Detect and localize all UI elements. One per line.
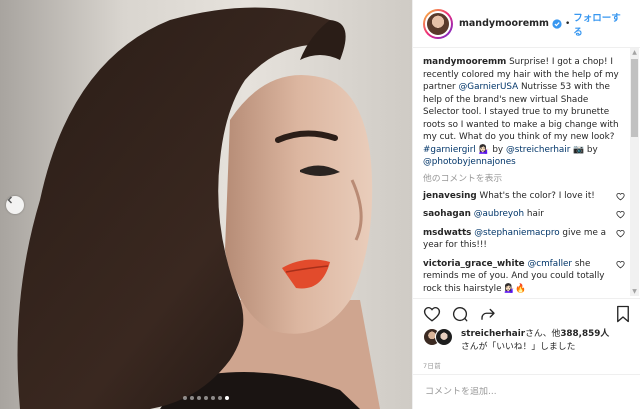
comment-text: What's the color? I love it! [479,190,595,201]
post-side-panel: mandymooremm • フォローする mandymooremm Surpr… [412,0,640,409]
share-icon [481,308,495,320]
instagram-post: mandymooremm • フォローする mandymooremm Surpr… [0,0,640,409]
portrait-photo [17,7,380,409]
comment-mention[interactable]: @stephaniemacpro [474,228,559,238]
bookmark-icon [617,305,629,322]
post-header: mandymooremm • フォローする [413,0,640,48]
comment-like-heart-icon[interactable] [616,260,625,269]
carousel-dot [190,396,194,400]
previous-photo-button[interactable] [6,196,24,214]
avatar [435,328,453,346]
scroll-up-arrow-icon[interactable]: ▲ [630,48,639,57]
verified-badge-icon [552,18,562,29]
caption-mention-streicherhair[interactable]: @streicherhair [506,145,570,155]
likes-username[interactable]: streicherhair [461,329,525,339]
caption-mention-photographer[interactable]: @photobyjennajones [423,157,516,167]
post-timestamp[interactable]: 7日前 [423,360,441,370]
caption-text-4: 📷 by [570,144,598,155]
caption-text-3: 💁🏻‍♀️ by [475,144,506,155]
carousel-dot [225,396,229,400]
carousel-dot [211,396,215,400]
scrollbar-thumb[interactable] [631,59,638,137]
comment-username[interactable]: msdwatts [423,228,471,238]
scroll-down-arrow-icon[interactable]: ▼ [630,287,639,296]
follow-button[interactable]: フォローする [573,10,630,38]
view-more-comments-link[interactable]: 他のコメントを表示 [423,171,631,184]
carousel-dot [197,396,201,400]
comment-username[interactable]: saohagan [423,209,471,219]
likes-count[interactable]: 388,859人 [560,329,609,339]
comment-text: hair [524,209,544,219]
post-actions [413,298,640,328]
comment-item: victoria_grace_white @cmfaller she remin… [423,258,625,296]
share-button[interactable] [479,305,497,323]
comment-username[interactable]: victoria_grace_white [423,259,525,269]
carousel-dot [183,396,187,400]
add-comment-bar [413,374,640,409]
comment-like-heart-icon[interactable] [616,210,625,219]
carousel-dot [218,396,222,400]
comment-mention[interactable]: @cmfaller [527,259,572,269]
carousel-indicator [0,396,412,400]
comment-icon [452,306,468,321]
likers-avatars[interactable] [423,328,457,346]
likes-text-1: さん、他 [525,329,561,339]
comments-list: mandymooremm Surprise! I got a chop! I r… [413,48,631,296]
post-photo [0,0,412,409]
caption: mandymooremm Surprise! I got a chop! I r… [423,56,623,169]
comment-item: saohagan @aubreyoh hair [423,208,625,221]
comments-scrollbar[interactable]: ▲ ▼ [630,48,639,296]
likes-summary: streicherhairさん、他388,859人 さんが「いいね！」しました [423,328,633,353]
caption-hashtag[interactable]: #garniergirl [423,145,476,155]
carousel-dot [204,396,208,400]
comment-mention[interactable]: @aubreyoh [474,209,524,219]
add-comment-input[interactable] [425,387,629,397]
caption-username[interactable]: mandymooremm [423,57,506,67]
avatar[interactable] [423,8,453,39]
comment-item: msdwatts @stephaniemacpro give me a year… [423,227,625,252]
likes-text-2: さんが「いいね！」しました [461,341,576,352]
comment-like-heart-icon[interactable] [616,192,625,201]
comment-username[interactable]: jenavesing [423,191,477,201]
header-username[interactable]: mandymooremm [459,18,549,29]
like-button[interactable] [423,305,441,323]
header-separator: • [564,18,571,29]
comment-item: jenavesing What's the color? I love it! [423,190,625,203]
chevron-left-icon [7,196,12,204]
save-button[interactable] [615,305,631,323]
comment-like-heart-icon[interactable] [616,229,625,238]
comment-button[interactable] [451,305,469,323]
caption-mention-garnier[interactable]: @GarnierUSA [458,82,518,92]
heart-icon [423,306,441,322]
